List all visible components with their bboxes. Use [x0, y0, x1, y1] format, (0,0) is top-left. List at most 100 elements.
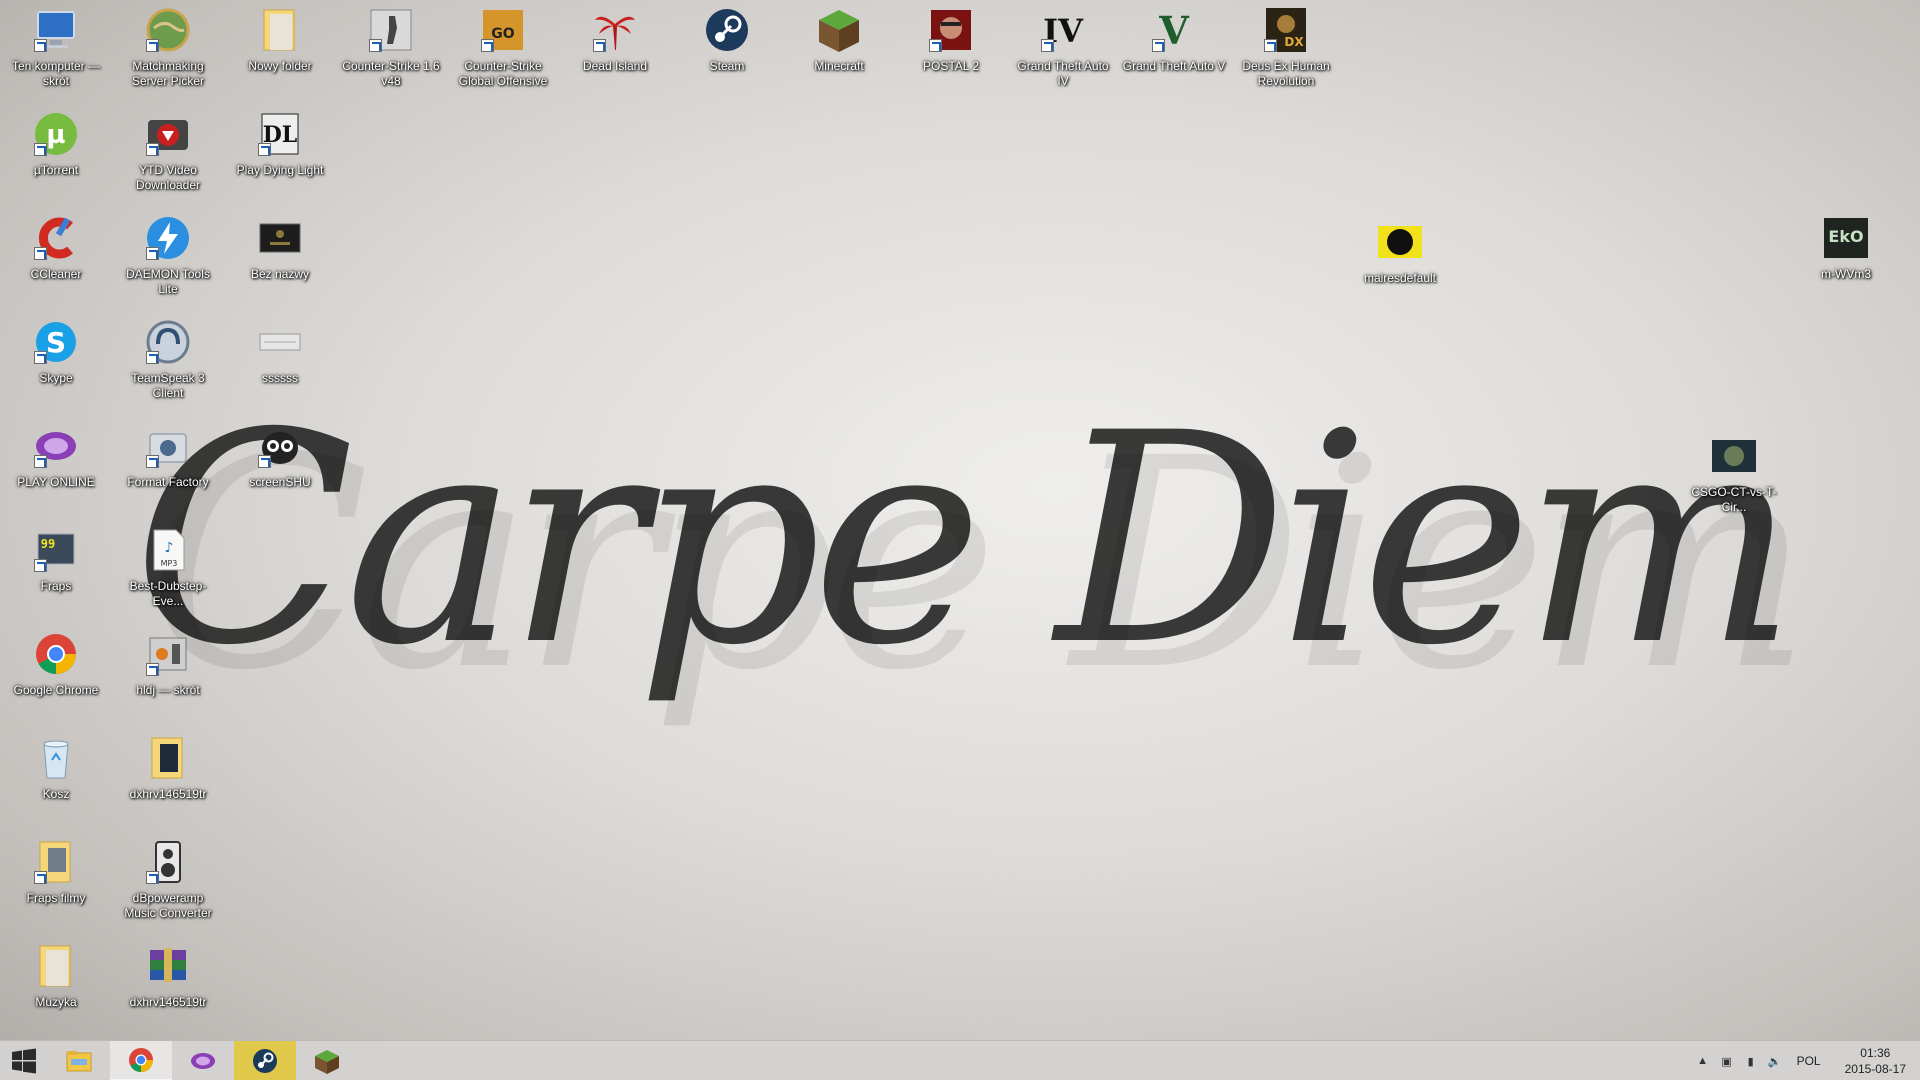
show-hidden-icons-chevron-icon[interactable]: ▲ — [1695, 1053, 1711, 1069]
signal-icon[interactable]: ▮ — [1743, 1053, 1759, 1069]
icon-label: mairesdefault — [1363, 271, 1437, 285]
fraps-icon: 99 — [32, 526, 80, 574]
icon-label: Counter-Strike 1.6 v48 — [342, 59, 440, 88]
folder-icon — [32, 942, 80, 990]
eko-image-icon: EkO — [1822, 214, 1870, 262]
icon-label: Bez nazwy — [250, 267, 310, 281]
desktop-icon-muzyka[interactable]: Muzyka — [4, 942, 108, 1010]
volume-icon[interactable]: 🔈 — [1767, 1053, 1783, 1069]
desktop-icon-gta-iv[interactable]: IV Grand Theft Auto IV — [1011, 6, 1115, 89]
computer-icon — [32, 6, 80, 54]
svg-text:DX: DX — [1284, 35, 1304, 49]
svg-text:GO: GO — [491, 26, 514, 42]
format-factory-icon — [144, 422, 192, 470]
icon-label: Kosz — [42, 787, 70, 801]
desktop-icon-dxhrv-folder[interactable]: dxhrv146519tr — [116, 734, 220, 802]
image-icon — [1710, 432, 1758, 480]
desktop-icon-best-dubstep[interactable]: ♪ MP3 Best-Dubstep-Eve... — [116, 526, 220, 609]
icon-label: Format Factory — [127, 475, 209, 489]
clock-time: 01:36 — [1860, 1046, 1891, 1060]
desktop-icon-fraps[interactable]: 99 Fraps — [4, 526, 108, 594]
postal-icon — [927, 6, 975, 54]
system-tray: ▲ ▣ ▮ 🔈 POL 01:36 2015-08-17 — [1695, 1041, 1920, 1080]
play-online-icon — [191, 1052, 215, 1069]
taskbar-play-online[interactable] — [172, 1041, 234, 1080]
dead-island-icon — [591, 6, 639, 54]
desktop-icon-dxhrv-archive[interactable]: dxhrv146519tr — [116, 942, 220, 1010]
desktop-icon-format-factory[interactable]: Format Factory — [116, 422, 220, 490]
daemon-tools-icon — [144, 214, 192, 262]
desktop-icon-hldj[interactable]: hldj — skrót — [116, 630, 220, 698]
icon-label: POSTAL 2 — [922, 59, 980, 73]
desktop-icon-gta-v[interactable]: V Grand Theft Auto V — [1122, 6, 1226, 74]
desktop-icon-steam[interactable]: Steam — [675, 6, 779, 74]
desktop-icon-dying-light[interactable]: DL Play Dying Light — [228, 110, 332, 178]
wallpaper-text: Carpe Diem — [133, 372, 1788, 709]
image-icon — [256, 214, 304, 262]
csgo-icon: GO — [479, 6, 527, 54]
icon-label: Fraps — [40, 579, 72, 593]
clock-date: 2015-08-17 — [1844, 1062, 1906, 1076]
start-button[interactable] — [0, 1041, 48, 1080]
desktop-icon-minecraft[interactable]: Minecraft — [787, 6, 891, 74]
desktop-icon-ccleaner[interactable]: CCleaner — [4, 214, 108, 282]
deus-ex-icon: DX — [1262, 6, 1310, 54]
taskbar-minecraft[interactable] — [296, 1041, 358, 1080]
desktop-icon-teamspeak[interactable]: TeamSpeak 3 Client — [116, 318, 220, 401]
minecraft-icon — [815, 6, 863, 54]
icon-label: µTorrent — [33, 163, 79, 177]
desktop-icon-matchmaking-server-picker[interactable]: Matchmaking Server Picker — [116, 6, 220, 89]
file-icon — [256, 318, 304, 366]
icon-label: Best-Dubstep-Eve... — [129, 579, 207, 608]
desktop-icon-skype[interactable]: S Skype — [4, 318, 108, 386]
desktop-icon-csgo-wallpaper[interactable]: CSGO-CT-vs-T-Cir... — [1682, 432, 1786, 515]
desktop-icon-ytd[interactable]: YTD Video Downloader — [116, 110, 220, 193]
teamspeak-icon — [144, 318, 192, 366]
desktop-icon-nowy-folder[interactable]: Nowy folder — [228, 6, 332, 74]
chrome-icon — [129, 1047, 153, 1072]
desktop-icon-postal-2[interactable]: POSTAL 2 — [899, 6, 1003, 74]
desktop-icon-play-online[interactable]: PLAY ONLINE — [4, 422, 108, 490]
taskbar-chrome[interactable] — [110, 1040, 172, 1080]
steam-icon — [703, 6, 751, 54]
icon-label: Ten komputer — skrót — [11, 59, 101, 88]
icon-label: Counter-Strike Global Offensive — [458, 59, 548, 88]
gta-v-icon: V — [1150, 6, 1198, 54]
desktop-icon-google-chrome[interactable]: Google Chrome — [4, 630, 108, 698]
steam-icon — [253, 1048, 277, 1073]
desktop-icon-ssssss[interactable]: ssssss — [228, 318, 332, 386]
folder-icon — [144, 734, 192, 782]
desktop-icon-kosz[interactable]: Kosz — [4, 734, 108, 802]
desktop-icon-dbpoweramp[interactable]: dBpoweramp Music Converter — [116, 838, 220, 921]
lemur-icon — [256, 422, 304, 470]
desktop-icon-utorrent[interactable]: µ µTorrent — [4, 110, 108, 178]
icon-label: m-WVm3 — [1821, 267, 1871, 281]
desktop-icon-m-wvm3[interactable]: EkO m-WVm3 — [1794, 214, 1898, 282]
desktop-icon-bez-nazwy[interactable]: Bez nazwy — [228, 214, 332, 282]
mp3-icon: ♪ MP3 — [144, 526, 192, 574]
icon-label: Matchmaking Server Picker — [131, 59, 205, 88]
desktop-icon-this-pc[interactable]: Ten komputer — skrót — [4, 6, 108, 89]
skype-icon: S — [32, 318, 80, 366]
desktop-icon-fraps-filmy[interactable]: Fraps filmy — [4, 838, 108, 906]
taskbar-file-explorer[interactable] — [48, 1041, 110, 1080]
icon-label: TeamSpeak 3 Client — [131, 371, 205, 400]
ccleaner-icon — [32, 214, 80, 262]
icon-label: dxhrv146519tr — [129, 787, 207, 801]
desktop-icon-counter-strike-16[interactable]: Counter-Strike 1.6 v48 — [339, 6, 443, 89]
clock[interactable]: 01:36 2015-08-17 — [1845, 1045, 1906, 1077]
network-adapter-icon[interactable]: ▣ — [1719, 1053, 1735, 1069]
desktop-icon-screenshu[interactable]: screenSHU — [228, 422, 332, 490]
input-language[interactable]: POL — [1797, 1054, 1821, 1068]
desktop-icon-dead-island[interactable]: Dead Island — [563, 6, 667, 74]
folder-icon — [32, 838, 80, 886]
svg-text:99: 99 — [41, 537, 55, 551]
desktop-icon-deus-ex[interactable]: DX Deus Ex Human Revolution — [1234, 6, 1338, 89]
desktop-icon-mairesdefault[interactable]: mairesdefault — [1348, 218, 1452, 286]
desktop-icon-csgo[interactable]: GO Counter-Strike Global Offensive — [451, 6, 555, 89]
taskbar-steam[interactable] — [234, 1040, 296, 1080]
desktop-icon-daemon-tools[interactable]: DAEMON Tools Lite — [116, 214, 220, 297]
svg-text:EkO: EkO — [1828, 227, 1863, 246]
utorrent-icon: µ — [32, 110, 80, 158]
globe-icon — [144, 6, 192, 54]
